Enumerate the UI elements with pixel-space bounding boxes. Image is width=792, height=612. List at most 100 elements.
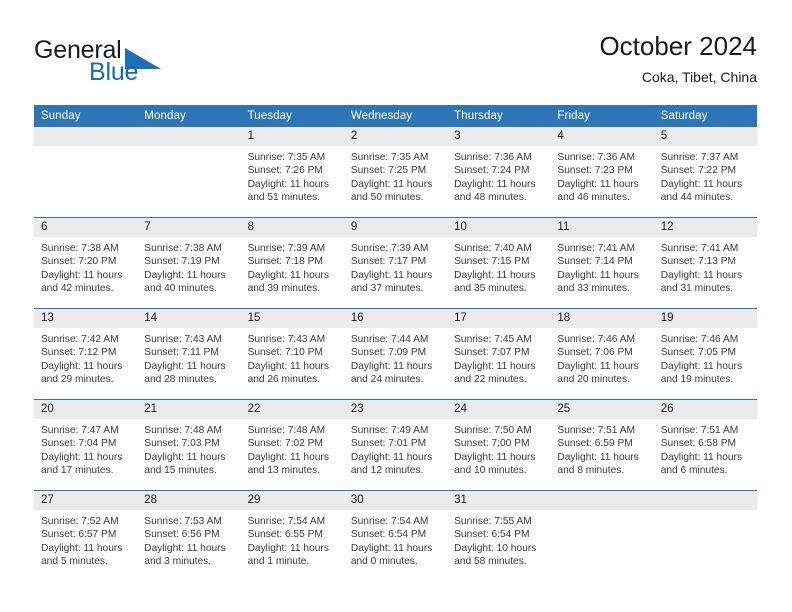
sunrise-text: Sunrise: 7:53 AM bbox=[144, 516, 222, 527]
sunrise-text: Sunrise: 7:48 AM bbox=[144, 425, 222, 436]
calendar-day-cell[interactable]: 26 Sunrise: 7:51 AM Sunset: 6:58 PM Dayligh… bbox=[653, 399, 757, 491]
calendar-day-cell[interactable]: 13 Sunrise: 7:42 AM Sunset: 7:12 PM Dayligh… bbox=[34, 308, 138, 400]
sunrise-text: Sunrise: 7:54 AM bbox=[350, 516, 429, 527]
daylight-text: Daylight: 11 hours and 20 minutes. bbox=[557, 360, 639, 386]
calendar-day-cell[interactable]: 14 Sunrise: 7:43 AM Sunset: 7:11 PM Dayligh… bbox=[137, 308, 241, 400]
sunrise-text: Sunrise: 7:40 AM bbox=[454, 243, 532, 254]
day-details: Sunrise: 7:39 AM Sunset: 7:17 PM Daylight:… bbox=[344, 237, 447, 296]
page-subtitle: Coka, Tibet, China bbox=[641, 69, 757, 85]
daylight-text: Daylight: 11 hours and 35 minutes. bbox=[454, 269, 536, 295]
day-details: Sunrise: 7:54 AM Sunset: 6:54 PM Daylight:… bbox=[344, 510, 447, 569]
day-details: Sunrise: 7:48 AM Sunset: 7:02 PM Daylight:… bbox=[241, 419, 344, 478]
sunset-text: Sunset: 7:26 PM bbox=[247, 165, 323, 177]
day-number bbox=[550, 491, 654, 510]
calendar-day-cell[interactable]: 27 Sunrise: 7:52 AM Sunset: 6:57 PM Dayligh… bbox=[34, 490, 138, 581]
day-details: Sunrise: 7:52 AM Sunset: 6:57 PM Daylight:… bbox=[34, 510, 137, 569]
daylight-text: Daylight: 11 hours and 50 minutes. bbox=[350, 178, 433, 204]
day-number: 22 bbox=[240, 400, 344, 419]
day-number: 15 bbox=[240, 309, 344, 328]
daylight-text: Daylight: 11 hours and 28 minutes. bbox=[144, 360, 226, 386]
daylight-text: Daylight: 11 hours and 31 minutes. bbox=[660, 269, 743, 295]
day-details: Sunrise: 7:51 AM Sunset: 6:58 PM Daylight:… bbox=[654, 419, 757, 478]
calendar-day-cell[interactable]: 21 Sunrise: 7:48 AM Sunset: 7:03 PM Dayligh… bbox=[137, 399, 241, 491]
day-details: Sunrise: 7:38 AM Sunset: 7:20 PM Daylight:… bbox=[34, 237, 137, 296]
calendar-day-cell[interactable]: 11 Sunrise: 7:41 AM Sunset: 7:14 PM Dayligh… bbox=[550, 217, 654, 309]
weekday-header-friday: Friday bbox=[550, 105, 654, 127]
calendar-day-cell-empty bbox=[550, 490, 654, 581]
sunset-text: Sunset: 7:06 PM bbox=[557, 347, 633, 359]
sunrise-text: Sunrise: 7:43 AM bbox=[144, 334, 222, 345]
daylight-text: Daylight: 11 hours and 48 minutes. bbox=[454, 178, 536, 204]
calendar-day-cell[interactable]: 7 Sunrise: 7:38 AM Sunset: 7:19 PM Daylight… bbox=[137, 217, 241, 309]
calendar-day-cell[interactable]: 25 Sunrise: 7:51 AM Sunset: 6:59 PM Dayligh… bbox=[550, 399, 654, 491]
sunset-text: Sunset: 7:11 PM bbox=[144, 347, 219, 359]
day-number: 17 bbox=[447, 309, 551, 328]
calendar-day-cell[interactable]: 6 Sunrise: 7:38 AM Sunset: 7:20 PM Daylight… bbox=[34, 217, 138, 309]
day-details: Sunrise: 7:53 AM Sunset: 6:56 PM Daylight:… bbox=[137, 510, 240, 569]
calendar-week-row: 20 Sunrise: 7:47 AM Sunset: 7:04 PM Dayligh… bbox=[34, 399, 757, 491]
calendar-day-cell[interactable]: 23 Sunrise: 7:49 AM Sunset: 7:01 PM Dayligh… bbox=[343, 399, 448, 491]
calendar-day-cell[interactable]: 12 Sunrise: 7:41 AM Sunset: 7:13 PM Dayligh… bbox=[653, 217, 757, 309]
daylight-text: Daylight: 11 hours and 10 minutes. bbox=[454, 451, 536, 477]
calendar-day-cell[interactable]: 9 Sunrise: 7:39 AM Sunset: 7:17 PM Daylight… bbox=[343, 217, 448, 309]
calendar-day-cell[interactable]: 19 Sunrise: 7:46 AM Sunset: 7:05 PM Dayligh… bbox=[653, 308, 757, 400]
calendar-day-cell[interactable]: 1 Sunrise: 7:35 AM Sunset: 7:26 PM Daylight… bbox=[240, 127, 344, 218]
calendar-day-cell[interactable]: 10 Sunrise: 7:40 AM Sunset: 7:15 PM Dayligh… bbox=[447, 217, 551, 309]
calendar-day-cell[interactable]: 31 Sunrise: 7:55 AM Sunset: 6:54 PM Dayligh… bbox=[447, 490, 551, 581]
day-number: 12 bbox=[653, 218, 757, 237]
calendar-day-cell[interactable]: 17 Sunrise: 7:45 AM Sunset: 7:07 PM Dayligh… bbox=[447, 308, 551, 400]
calendar-day-cell[interactable]: 5 Sunrise: 7:37 AM Sunset: 7:22 PM Daylight… bbox=[653, 127, 757, 218]
day-number: 31 bbox=[447, 491, 551, 510]
daylight-text: Daylight: 11 hours and 44 minutes. bbox=[660, 178, 743, 204]
daylight-text: Daylight: 11 hours and 29 minutes. bbox=[41, 360, 123, 386]
day-details: Sunrise: 7:35 AM Sunset: 7:26 PM Daylight:… bbox=[241, 146, 344, 205]
calendar-day-cell[interactable]: 18 Sunrise: 7:46 AM Sunset: 7:06 PM Dayligh… bbox=[550, 308, 654, 400]
sunrise-text: Sunrise: 7:46 AM bbox=[660, 334, 739, 345]
sunrise-text: Sunrise: 7:36 AM bbox=[454, 152, 532, 163]
sunset-text: Sunset: 7:05 PM bbox=[660, 347, 737, 359]
day-number: 8 bbox=[240, 218, 344, 237]
day-number: 1 bbox=[240, 127, 344, 146]
day-details: Sunrise: 7:50 AM Sunset: 7:00 PM Daylight:… bbox=[447, 419, 550, 478]
calendar-day-cell[interactable]: 8 Sunrise: 7:39 AM Sunset: 7:18 PM Daylight… bbox=[240, 217, 344, 309]
calendar-day-cell[interactable]: 16 Sunrise: 7:44 AM Sunset: 7:09 PM Dayligh… bbox=[343, 308, 448, 400]
sunrise-text: Sunrise: 7:52 AM bbox=[41, 516, 119, 527]
calendar-week-row: 1 Sunrise: 7:35 AM Sunset: 7:26 PM Daylight… bbox=[34, 127, 757, 218]
day-number: 10 bbox=[447, 218, 551, 237]
day-details: Sunrise: 7:35 AM Sunset: 7:25 PM Daylight:… bbox=[344, 146, 447, 205]
calendar-day-cell[interactable]: 20 Sunrise: 7:47 AM Sunset: 7:04 PM Dayligh… bbox=[34, 399, 138, 491]
day-number: 3 bbox=[447, 127, 551, 146]
calendar-day-cell[interactable]: 15 Sunrise: 7:43 AM Sunset: 7:10 PM Dayligh… bbox=[240, 308, 344, 400]
calendar-day-cell[interactable]: 29 Sunrise: 7:54 AM Sunset: 6:55 PM Dayligh… bbox=[240, 490, 344, 581]
sunrise-text: Sunrise: 7:43 AM bbox=[247, 334, 326, 345]
general-blue-logo[interactable]: General Blue bbox=[34, 36, 234, 86]
day-number: 30 bbox=[343, 491, 448, 510]
calendar-page: General Blue October 2024 Coka, Tibet, C… bbox=[0, 0, 792, 612]
day-number: 2 bbox=[343, 127, 448, 146]
sunset-text: Sunset: 7:09 PM bbox=[350, 347, 427, 359]
sunrise-text: Sunrise: 7:48 AM bbox=[247, 425, 326, 436]
sunset-text: Sunset: 7:19 PM bbox=[144, 256, 220, 268]
sunrise-text: Sunrise: 7:55 AM bbox=[454, 516, 532, 527]
daylight-text: Daylight: 11 hours and 13 minutes. bbox=[247, 451, 329, 477]
sunrise-text: Sunrise: 7:38 AM bbox=[41, 243, 119, 254]
day-number: 29 bbox=[240, 491, 344, 510]
sunset-text: Sunset: 7:18 PM bbox=[247, 256, 323, 268]
day-details: Sunrise: 7:54 AM Sunset: 6:55 PM Daylight:… bbox=[241, 510, 344, 569]
day-number: 16 bbox=[343, 309, 448, 328]
calendar-day-cell[interactable]: 24 Sunrise: 7:50 AM Sunset: 7:00 PM Dayligh… bbox=[447, 399, 551, 491]
sunset-text: Sunset: 6:54 PM bbox=[454, 529, 530, 541]
sunset-text: Sunset: 7:03 PM bbox=[144, 438, 220, 450]
daylight-text: Daylight: 11 hours and 37 minutes. bbox=[350, 269, 433, 295]
calendar-day-cell[interactable]: 4 Sunrise: 7:36 AM Sunset: 7:23 PM Daylight… bbox=[550, 127, 654, 218]
day-details: Sunrise: 7:40 AM Sunset: 7:15 PM Daylight:… bbox=[447, 237, 550, 296]
calendar-week-row: 6 Sunrise: 7:38 AM Sunset: 7:20 PM Daylight… bbox=[34, 217, 757, 309]
calendar-day-cell[interactable]: 22 Sunrise: 7:48 AM Sunset: 7:02 PM Dayligh… bbox=[240, 399, 344, 491]
calendar-day-cell[interactable]: 3 Sunrise: 7:36 AM Sunset: 7:24 PM Daylight… bbox=[447, 127, 551, 218]
sunset-text: Sunset: 7:00 PM bbox=[454, 438, 530, 450]
calendar-day-cell[interactable]: 30 Sunrise: 7:54 AM Sunset: 6:54 PM Dayligh… bbox=[343, 490, 448, 581]
calendar-day-cell[interactable]: 2 Sunrise: 7:35 AM Sunset: 7:25 PM Daylight… bbox=[343, 127, 448, 218]
calendar-day-cell[interactable]: 28 Sunrise: 7:53 AM Sunset: 6:56 PM Dayligh… bbox=[137, 490, 241, 581]
day-details: Sunrise: 7:38 AM Sunset: 7:19 PM Daylight:… bbox=[137, 237, 240, 296]
sunrise-text: Sunrise: 7:47 AM bbox=[41, 425, 119, 436]
